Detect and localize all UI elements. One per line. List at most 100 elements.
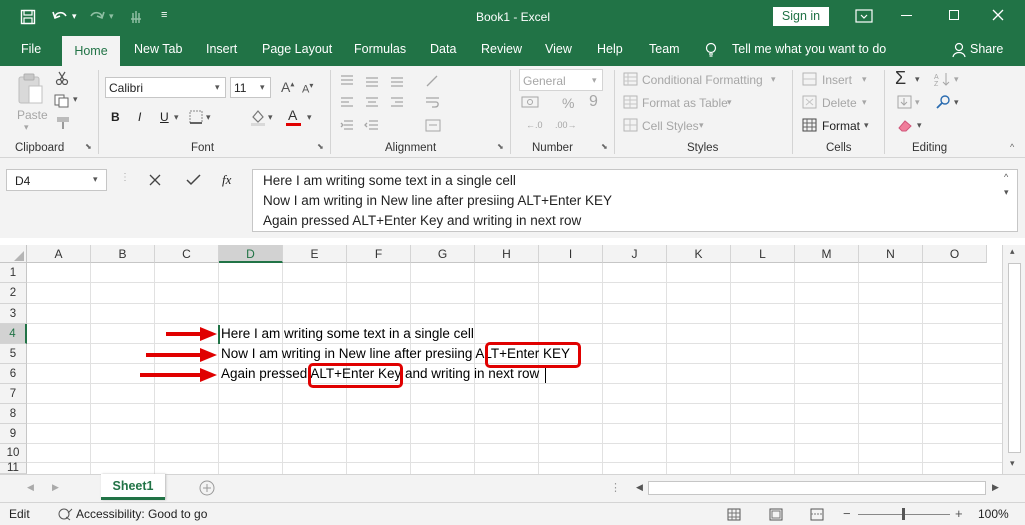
sign-in-button[interactable]: Sign in bbox=[773, 7, 829, 26]
column-header-c[interactable]: C bbox=[155, 245, 219, 263]
chevron-down-icon[interactable]: ▾ bbox=[215, 82, 220, 93]
scroll-down-icon[interactable]: ▾ bbox=[1010, 458, 1015, 469]
scroll-up-icon[interactable]: ▴ bbox=[1010, 246, 1015, 257]
insert-cells-icon[interactable] bbox=[802, 72, 818, 86]
underline-button[interactable]: U bbox=[160, 110, 169, 124]
copy-icon[interactable] bbox=[54, 94, 70, 108]
column-header-e[interactable]: E bbox=[283, 245, 347, 263]
row-header-10[interactable]: 10 bbox=[0, 444, 27, 463]
normal-view-icon[interactable] bbox=[727, 508, 741, 521]
bold-button[interactable]: B bbox=[111, 110, 120, 124]
font-launcher-icon[interactable]: ⬊ bbox=[317, 142, 324, 151]
percent-button[interactable]: % bbox=[562, 95, 574, 111]
alignment-launcher-icon[interactable]: ⬊ bbox=[497, 142, 504, 151]
delete-cells-icon[interactable] bbox=[802, 95, 818, 109]
cell-d4-line-1[interactable]: Here I am writing some text in a single … bbox=[221, 326, 474, 341]
delete-cells-button[interactable]: Delete bbox=[822, 96, 857, 110]
fill-dropdown-icon[interactable]: ▾ bbox=[915, 97, 920, 108]
name-box[interactable]: D4 ▾ bbox=[6, 169, 107, 191]
tab-data[interactable]: Data bbox=[430, 42, 456, 56]
accessibility-status[interactable]: Accessibility: Good to go bbox=[76, 507, 207, 521]
row-header-6[interactable]: 6 bbox=[0, 364, 27, 384]
find-dropdown-icon[interactable]: ▾ bbox=[954, 97, 959, 108]
vertical-scroll-thumb[interactable] bbox=[1008, 263, 1021, 453]
autosum-dropdown-icon[interactable]: ▾ bbox=[915, 74, 920, 85]
column-header-o[interactable]: O bbox=[923, 245, 987, 263]
sheet-prev-icon[interactable]: ◀ bbox=[27, 482, 34, 493]
customize-icon[interactable]: ≡ bbox=[161, 9, 167, 21]
column-header-l[interactable]: L bbox=[731, 245, 795, 263]
chevron-down-icon[interactable]: ▾ bbox=[260, 82, 265, 93]
tab-help[interactable]: Help bbox=[597, 42, 623, 56]
column-header-b[interactable]: B bbox=[91, 245, 155, 263]
chevron-down-icon[interactable]: ▾ bbox=[592, 75, 597, 86]
clear-eraser-icon[interactable] bbox=[897, 118, 913, 132]
chevron-down-icon[interactable]: ▾ bbox=[862, 97, 867, 108]
conditional-formatting-icon[interactable] bbox=[623, 72, 638, 86]
confirm-entry-icon[interactable] bbox=[186, 173, 201, 187]
scroll-right-icon[interactable]: ▶ bbox=[992, 482, 999, 493]
tab-new-tab[interactable]: New Tab bbox=[134, 42, 182, 56]
format-as-table-button[interactable]: Format as Table bbox=[642, 96, 728, 110]
number-format-select[interactable]: General ▾ bbox=[519, 69, 603, 91]
column-header-f[interactable]: F bbox=[347, 245, 411, 263]
italic-button[interactable]: I bbox=[138, 110, 141, 124]
column-header-d[interactable]: D bbox=[219, 245, 283, 263]
column-header-j[interactable]: J bbox=[603, 245, 667, 263]
font-size-select[interactable]: 11 ▾ bbox=[230, 77, 271, 98]
tab-formulas[interactable]: Formulas bbox=[354, 42, 406, 56]
column-header-g[interactable]: G bbox=[411, 245, 475, 263]
share-button[interactable]: Share bbox=[970, 42, 1003, 56]
font-color-icon[interactable]: A bbox=[288, 107, 297, 123]
decrease-decimal-icon[interactable]: .00→ bbox=[555, 120, 577, 130]
paste-dropdown-icon[interactable]: ▾ bbox=[24, 122, 29, 133]
cancel-entry-icon[interactable] bbox=[149, 174, 161, 186]
wrap-text-icon[interactable] bbox=[425, 96, 451, 110]
underline-dropdown-icon[interactable]: ▾ bbox=[174, 112, 179, 123]
sort-filter-icon[interactable]: AZ bbox=[934, 71, 952, 87]
chevron-down-icon[interactable]: ▾ bbox=[727, 97, 732, 108]
row-header-11[interactable]: 11 bbox=[0, 462, 27, 474]
row-header-8[interactable]: 8 bbox=[0, 404, 27, 424]
tab-page-layout[interactable]: Page Layout bbox=[262, 42, 332, 56]
row-header-3[interactable]: 3 bbox=[0, 304, 27, 324]
vertical-align-icons[interactable] bbox=[340, 74, 420, 88]
sort-dropdown-icon[interactable]: ▾ bbox=[954, 74, 959, 85]
row-header-7[interactable]: 7 bbox=[0, 384, 27, 404]
merge-center-icon[interactable] bbox=[425, 119, 451, 133]
save-icon[interactable] bbox=[20, 9, 36, 25]
minimize-icon[interactable] bbox=[901, 15, 912, 16]
redo-dropdown-icon[interactable]: ▾ bbox=[109, 11, 114, 22]
column-header-k[interactable]: K bbox=[667, 245, 731, 263]
accessibility-icon[interactable] bbox=[58, 507, 74, 521]
insert-cells-button[interactable]: Insert bbox=[822, 73, 852, 87]
row-header-5[interactable]: 5 bbox=[0, 344, 27, 364]
redo-icon[interactable] bbox=[88, 8, 106, 24]
column-header-a[interactable]: A bbox=[27, 245, 91, 263]
tab-file[interactable]: File bbox=[21, 42, 41, 56]
tab-view[interactable]: View bbox=[545, 42, 572, 56]
share-person-icon[interactable] bbox=[952, 42, 966, 58]
horizontal-scroll-thumb[interactable] bbox=[648, 481, 986, 495]
undo-icon[interactable] bbox=[51, 8, 69, 24]
close-icon[interactable] bbox=[992, 9, 1004, 21]
zoom-out-icon[interactable]: − bbox=[843, 506, 851, 521]
zoom-slider-thumb[interactable] bbox=[902, 508, 905, 520]
sheet-tab-sheet1[interactable]: Sheet1 bbox=[101, 474, 165, 500]
paste-icon[interactable] bbox=[16, 72, 44, 106]
chevron-down-icon[interactable]: ▾ bbox=[864, 120, 869, 131]
number-launcher-icon[interactable]: ⬊ bbox=[601, 142, 608, 151]
new-sheet-icon[interactable] bbox=[199, 480, 215, 496]
conditional-formatting-button[interactable]: Conditional Formatting bbox=[642, 73, 763, 87]
chevron-down-icon[interactable]: ▾ bbox=[93, 174, 98, 185]
chevron-down-icon[interactable]: ▾ bbox=[862, 74, 867, 85]
ribbon-display-icon[interactable] bbox=[855, 9, 873, 24]
fill-down-icon[interactable] bbox=[897, 95, 913, 109]
insert-function-button[interactable]: fx bbox=[222, 172, 231, 188]
format-painter-icon[interactable] bbox=[55, 116, 71, 130]
column-header-i[interactable]: I bbox=[539, 245, 603, 263]
row-header-1[interactable]: 1 bbox=[0, 263, 27, 283]
find-select-icon[interactable] bbox=[935, 94, 951, 110]
fill-color-dropdown-icon[interactable]: ▾ bbox=[268, 112, 273, 123]
comma-style-button[interactable]: 9 bbox=[589, 93, 598, 111]
